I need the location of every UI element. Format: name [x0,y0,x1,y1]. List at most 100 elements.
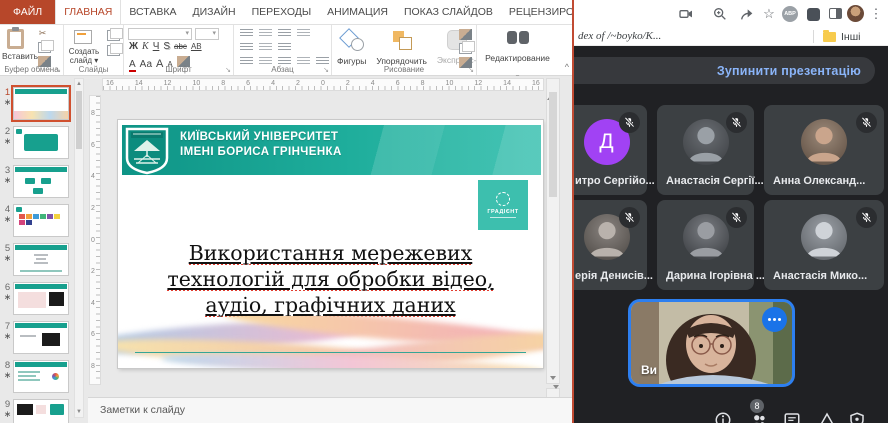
mic-off-icon [856,207,877,228]
animation-star-icon: ∗ [3,371,12,381]
font-name-combo[interactable]: ▾ [128,28,192,40]
participant-tile[interactable]: Анастасія Мико... [764,200,884,290]
tab-media-icon[interactable] [678,6,694,22]
shape-outline-button[interactable] [459,43,472,54]
tab-design[interactable]: ДИЗАЙН [184,0,243,24]
panel-scroll-thumb[interactable] [76,91,82,149]
mic-off-icon [856,112,877,133]
host-controls-icon[interactable] [848,411,866,423]
copy-button[interactable] [38,42,51,53]
participant-tile[interactable]: Дарина Ігорівна ... [657,200,754,290]
font-size-combo[interactable]: ▾ [195,28,219,40]
browser-menu-icon[interactable]: ⋮ [868,6,884,22]
slide-5-thumbnail[interactable] [13,243,69,276]
workspace: 1∗ 2∗ 3∗ 4∗ 5∗ [0,76,572,423]
slide-8-thumbnail[interactable] [13,360,69,393]
slide-7-thumbnail[interactable] [13,321,69,354]
horizontal-ruler: 1614121086420246810121416 [102,78,544,91]
tab-file[interactable]: ФАЙЛ [0,0,55,24]
tab-animations[interactable]: АНИМАЦИЯ [319,0,396,24]
tab-transitions[interactable]: ПЕРЕХОДЫ [244,0,320,24]
stop-presenting-button[interactable]: Зупинити презентацію [717,64,861,78]
bookmark-item[interactable]: dex of /~boyko/K... [578,30,661,42]
university-logo[interactable] [124,127,170,175]
reading-list-icon[interactable] [829,8,842,19]
scroll-down-arrow[interactable]: ▼ [75,407,83,417]
scroll-down-arrow[interactable] [550,376,556,380]
slides-panel: 1∗ 2∗ 3∗ 4∗ 5∗ [0,76,88,423]
notes-placeholder: Заметки к слайду [100,404,572,416]
group-paragraph: Абзац ↘ [234,25,332,75]
profile-avatar[interactable] [847,5,864,22]
share-icon[interactable] [739,6,755,22]
slide-2-thumbnail[interactable] [13,126,69,159]
avatar [683,214,729,260]
participant-tile[interactable]: ерія Денисів... [566,200,647,290]
text-direction-button[interactable] [297,29,310,38]
cut-button[interactable]: ✂ [36,28,49,39]
extension-icon[interactable] [807,8,820,21]
self-more-button[interactable] [762,307,787,332]
clipboard-dialog-launcher[interactable]: ↘ [55,66,61,74]
strikethrough-button[interactable]: abc [174,42,187,51]
tab-slideshow[interactable]: ПОКАЗ СЛАЙДОВ [396,0,501,24]
bold-button[interactable]: Ж [129,41,138,52]
slide-title-textbox[interactable]: Використання мережевих технологій для об… [118,240,543,319]
reset-button[interactable] [107,45,120,56]
participant-name: итро Сергійо... [575,175,655,187]
bullets-button[interactable] [240,29,253,38]
layout-button[interactable] [107,30,120,41]
slide-9-thumbnail[interactable] [13,399,69,423]
participant-name: Дарина Ігорівна ... [666,270,765,282]
slide-4-thumbnail[interactable] [13,204,69,237]
underline-button[interactable]: Ч [153,41,160,52]
info-icon[interactable] [714,411,732,423]
participant-tile[interactable]: Анастасія Сергії... [657,105,754,195]
shadow-button[interactable]: S [163,41,170,52]
participant-tile[interactable]: Д итро Сергійо... [566,105,647,195]
folder-icon [823,32,836,42]
italic-button[interactable]: К [142,41,149,52]
panel-scrollbar[interactable]: ▲ ▼ [74,78,84,418]
tab-home[interactable]: ГЛАВНАЯ [55,0,121,24]
drawing-dialog-launcher[interactable]: ↘ [468,66,474,74]
ribbon-collapse-button[interactable]: ^ [565,62,569,72]
adblock-icon[interactable]: ABP [782,6,798,22]
columns-button[interactable] [278,43,291,52]
notes-pane[interactable]: Заметки к слайду [88,397,572,423]
avatar [801,214,847,260]
bookmarks-separator [813,30,814,43]
avatar [683,119,729,165]
screen: ☆ ABP ⋮ dex of /~boyko/K... Інші закладк… [0,0,888,423]
scroll-thumb[interactable] [549,92,557,197]
tab-insert[interactable]: ВСТАВКА [121,0,184,24]
chat-icon[interactable] [783,411,801,423]
animation-star-icon: ∗ [3,215,12,225]
bookmark-star-icon[interactable]: ☆ [761,6,777,22]
slide-6-thumbnail[interactable] [13,282,69,315]
char-spacing-button[interactable]: АВ [191,42,202,51]
shape-fill-button[interactable] [459,29,472,40]
participants-icon[interactable] [750,411,768,423]
gradient-logo[interactable]: ГРАДІЄНТ [478,180,528,230]
slide-3-thumbnail[interactable] [13,165,69,198]
activities-icon[interactable] [818,411,836,423]
zoom-icon[interactable] [712,6,728,22]
participant-tile[interactable]: Анна Олександ... [764,105,884,195]
decrease-indent-button[interactable] [240,43,253,52]
animation-star-icon: ∗ [3,137,12,147]
scroll-up-arrow[interactable]: ▲ [75,79,83,89]
slide-1-thumbnail[interactable] [13,87,69,120]
group-clipboard: Вставить ✂ Буфер обмена ↘ [0,25,64,75]
increase-indent-button[interactable] [259,43,272,52]
tab-review[interactable]: РЕЦЕНЗИРОВАНИЕ [501,0,572,24]
paste-icon [7,29,24,49]
main-scrollbar[interactable] [546,78,560,384]
slide-canvas[interactable]: КИЇВСЬКИЙ УНІВЕРСИТЕТ ІМЕНІ БОРИСА ГРІНЧ… [118,120,543,368]
self-label: Ви [641,363,657,377]
line-spacing-button[interactable] [278,29,291,38]
paragraph-dialog-launcher[interactable]: ↘ [323,66,329,74]
numbering-button[interactable] [259,29,272,38]
font-dialog-launcher[interactable]: ↘ [225,66,231,74]
self-view-tile[interactable]: Ви [628,299,795,387]
